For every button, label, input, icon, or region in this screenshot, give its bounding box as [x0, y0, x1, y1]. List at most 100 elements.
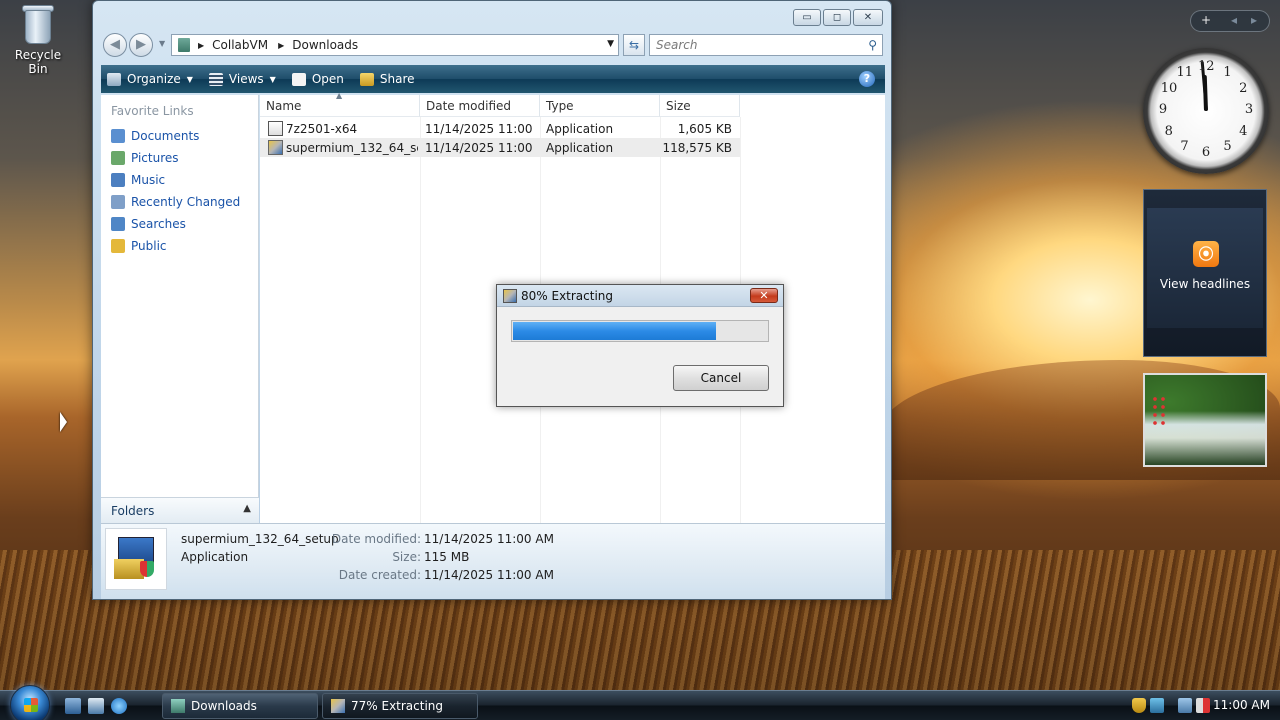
maximize-button[interactable]: ◻ — [823, 9, 851, 26]
organize-icon — [107, 72, 121, 86]
dialog-close-button[interactable]: ✕ — [750, 288, 778, 303]
views-button[interactable]: Views ▼ — [208, 72, 276, 86]
setup-file-thumbnail-icon — [105, 528, 167, 590]
next-gadget-icon[interactable]: ▸ — [1251, 13, 1257, 27]
system-clock[interactable]: 11:00 AM — [1213, 698, 1270, 712]
taskbar-button-downloads[interactable]: Downloads — [162, 693, 318, 719]
recent-pages-dropdown-icon[interactable]: ▼ — [159, 39, 165, 48]
breadcrumb-collabvm[interactable]: CollabVM — [212, 38, 268, 52]
clock-number: 10 — [1160, 80, 1178, 96]
searches-icon — [111, 217, 125, 231]
favorite-link-music[interactable]: Music — [101, 169, 258, 191]
back-arrow-icon: ◀ — [110, 37, 120, 52]
address-row: ◀ ▶ ▼ ▶ CollabVM ▶ Downloads ▼ ⇆ Search … — [101, 32, 885, 58]
breadcrumb-separator-icon[interactable]: ▶ — [278, 41, 284, 50]
installer-icon — [331, 699, 345, 713]
dialog-title-bar: 80% Extracting ✕ — [497, 285, 783, 307]
folders-toggle[interactable]: Folders ▲ — [101, 497, 259, 523]
address-dropdown-icon[interactable]: ▼ — [607, 39, 614, 49]
file-size-cell: 118,575 KB — [662, 141, 732, 155]
minimize-button[interactable]: ▭ — [793, 9, 821, 26]
refresh-button[interactable]: ⇆ — [623, 34, 645, 56]
search-icon[interactable]: ⚲ — [868, 35, 877, 55]
documents-icon — [111, 129, 125, 143]
share-button[interactable]: Share — [359, 72, 415, 86]
desktop-icon-recycle-bin[interactable]: Recycle Bin — [4, 2, 72, 76]
windows-update-icon[interactable] — [1150, 698, 1164, 713]
open-button[interactable]: Open — [291, 72, 344, 86]
favorite-link-searches[interactable]: Searches — [101, 213, 258, 235]
explorer-folder-icon — [171, 699, 185, 713]
clock-number: 1 — [1223, 64, 1232, 80]
start-button[interactable] — [10, 685, 50, 720]
open-label: Open — [311, 72, 344, 86]
file-type-cell: Application — [546, 141, 614, 155]
internet-explorer-icon[interactable] — [111, 698, 127, 714]
search-placeholder: Search — [656, 38, 698, 52]
column-header-type[interactable]: Type — [540, 95, 660, 117]
previous-gadget-icon[interactable]: ◂ — [1231, 13, 1237, 27]
clock-number: 9 — [1158, 102, 1168, 117]
recycle-bin-icon — [21, 2, 55, 46]
favorite-link-documents[interactable]: Documents — [101, 125, 258, 147]
file-row[interactable]: 7z2501-x64 11/14/2025 11:00 ... Applicatio… — [260, 119, 740, 138]
chevron-up-icon[interactable]: ▲ — [243, 503, 251, 514]
favorite-link-recently-changed[interactable]: Recently Changed — [101, 191, 258, 213]
search-input[interactable]: Search ⚲ — [649, 34, 883, 56]
column-divider — [420, 117, 421, 523]
close-button[interactable]: ✕ — [853, 9, 883, 26]
breadcrumb-separator-icon[interactable]: ▶ — [198, 41, 204, 50]
file-name-cell: 7z2501-x64 — [286, 122, 358, 136]
taskbar: Downloads 77% Extracting 11:00 AM — [0, 685, 1280, 720]
details-label-modified: Date modified: — [331, 532, 421, 546]
progress-fill — [513, 322, 716, 340]
share-icon — [359, 72, 374, 86]
organize-button[interactable]: Organize ▼ — [107, 72, 193, 86]
extracting-dialog[interactable]: 80% Extracting ✕ Cancel — [496, 284, 784, 407]
feed-headlines-gadget[interactable]: ⦿ View headlines — [1143, 189, 1267, 357]
switch-windows-icon[interactable] — [88, 698, 104, 714]
chevron-down-icon: ▼ — [186, 74, 193, 84]
taskbar-button-label: 77% Extracting — [351, 699, 444, 713]
clock-number: 3 — [1244, 102, 1254, 117]
clock-number: 11 — [1176, 64, 1194, 80]
taskbar-button-extracting[interactable]: 77% Extracting — [322, 693, 478, 719]
file-size-cell: 1,605 KB — [677, 122, 732, 136]
show-desktop-icon[interactable] — [65, 698, 81, 714]
open-icon — [291, 72, 306, 86]
view-headlines-label[interactable]: View headlines — [1144, 277, 1266, 291]
column-header-name[interactable]: ▲ Name — [260, 91, 420, 117]
favorite-link-public[interactable]: Public — [101, 235, 258, 257]
back-button[interactable]: ◀ — [103, 33, 127, 57]
installer-icon — [503, 289, 517, 303]
help-icon[interactable]: ? — [859, 71, 875, 87]
clock-number: 8 — [1164, 123, 1173, 139]
clock-gadget[interactable]: 12 1 2 3 4 5 6 7 8 9 10 11 — [1143, 48, 1269, 174]
slideshow-gadget-waterfall-image[interactable] — [1143, 373, 1267, 467]
address-bar[interactable]: ▶ CollabVM ▶ Downloads ▼ — [171, 34, 619, 56]
volume-muted-icon[interactable] — [1196, 698, 1210, 713]
details-label-created: Date created: — [338, 568, 421, 582]
forward-button[interactable]: ▶ — [129, 33, 153, 57]
column-header-size[interactable]: Size — [660, 95, 740, 117]
network-icon[interactable] — [1178, 698, 1192, 713]
add-gadget-icon[interactable]: + — [1201, 13, 1211, 27]
taskbar-button-label: Downloads — [191, 699, 257, 713]
clock-number: 7 — [1180, 139, 1189, 155]
favorite-link-pictures[interactable]: Pictures — [101, 147, 258, 169]
breadcrumb-downloads[interactable]: Downloads — [292, 38, 358, 52]
clock-number: 12 — [1198, 59, 1215, 74]
file-row[interactable]: supermium_132_64_set... 11/14/2025 11:00 … — [260, 138, 740, 157]
column-header-date-modified[interactable]: Date modified — [420, 95, 540, 117]
details-value-created: 11/14/2025 11:00 AM — [424, 568, 554, 582]
cancel-button[interactable]: Cancel — [673, 365, 769, 391]
application-icon — [268, 121, 283, 136]
file-date-cell: 11/14/2025 11:00 ... — [425, 141, 537, 155]
favorite-link-label: Searches — [131, 217, 186, 231]
security-shield-icon[interactable] — [1132, 698, 1146, 713]
music-icon — [111, 173, 125, 187]
extraction-progress-bar — [511, 320, 769, 342]
column-header-label: Name — [266, 99, 302, 113]
window-controls: ▭ ◻ ✕ — [793, 9, 883, 26]
share-label: Share — [379, 72, 415, 86]
